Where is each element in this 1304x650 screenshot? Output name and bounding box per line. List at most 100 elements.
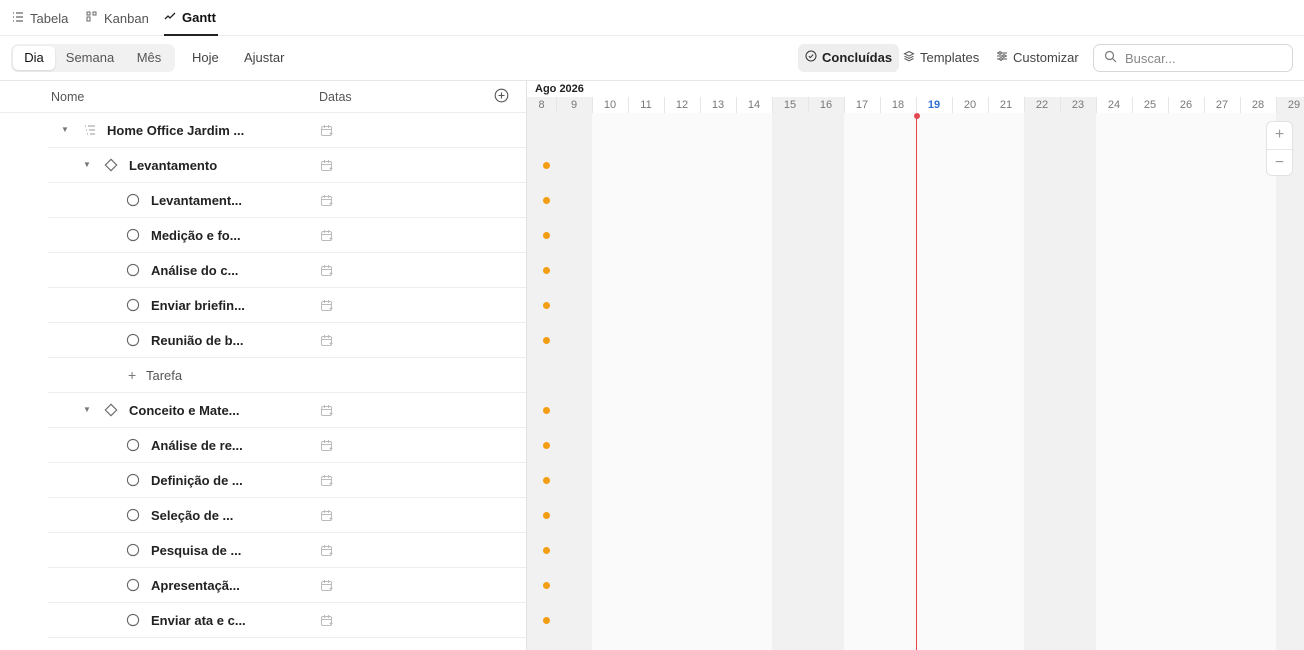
task-checkbox-icon[interactable] (126, 228, 140, 242)
task-row[interactable]: Seleção de ... (48, 498, 526, 533)
collapse-caret-icon[interactable]: ▼ (83, 405, 93, 415)
task-row[interactable]: Enviar ata e c... (48, 603, 526, 638)
task-row[interactable]: Levantament... (48, 183, 526, 218)
calendar-icon[interactable] (320, 264, 333, 277)
task-row[interactable]: Definição de ... (48, 463, 526, 498)
scale-mes-button[interactable]: Mês (125, 46, 173, 70)
task-row[interactable]: Análise de re... (48, 428, 526, 463)
project-row[interactable]: ▼ Home Office Jardim ... (48, 113, 526, 148)
task-checkbox-icon[interactable] (126, 543, 140, 557)
row-name[interactable]: Seleção de ... (151, 498, 233, 533)
plus-circle-icon (494, 88, 509, 106)
schedule-dot[interactable] (543, 407, 550, 414)
schedule-dot[interactable] (543, 582, 550, 589)
calendar-icon[interactable] (320, 299, 333, 312)
collapse-caret-icon[interactable]: ▼ (83, 160, 93, 170)
row-name[interactable]: Pesquisa de ... (151, 533, 241, 568)
schedule-dot[interactable] (543, 267, 550, 274)
calendar-icon[interactable] (320, 229, 333, 242)
task-row[interactable]: Enviar briefin... (48, 288, 526, 323)
schedule-dot[interactable] (543, 617, 550, 624)
column-name-header[interactable]: Nome (51, 81, 84, 113)
calendar-icon[interactable] (320, 159, 333, 172)
task-checkbox-icon[interactable] (126, 613, 140, 627)
tab-tabela[interactable]: Tabela (12, 0, 68, 36)
task-checkbox-icon[interactable] (126, 333, 140, 347)
task-checkbox-icon[interactable] (126, 193, 140, 207)
add-task-row[interactable]: + Tarefa (48, 358, 526, 393)
schedule-dot[interactable] (543, 162, 550, 169)
column-dates-header[interactable]: Datas (319, 81, 352, 113)
row-name[interactable]: Enviar briefin... (151, 288, 245, 323)
row-name[interactable]: Reunião de b... (151, 323, 243, 358)
task-row[interactable]: Apresentaçã... (48, 568, 526, 603)
schedule-dot[interactable] (543, 547, 550, 554)
search-input[interactable] (1125, 50, 1275, 66)
completed-toggle[interactable]: Concluídas (798, 44, 900, 72)
row-name[interactable]: Medição e fo... (151, 218, 241, 253)
day-separator (952, 97, 953, 113)
today-button[interactable]: Hoje (192, 44, 219, 72)
row-name[interactable]: Enviar ata e c... (151, 603, 246, 638)
row-name[interactable]: Análise de re... (151, 428, 243, 463)
time-scale-switch: Dia Semana Mês (11, 44, 175, 72)
schedule-dot[interactable] (543, 197, 550, 204)
task-row[interactable]: Reunião de b... (48, 323, 526, 358)
calendar-icon[interactable] (320, 579, 333, 592)
task-checkbox-icon[interactable] (126, 473, 140, 487)
fit-button[interactable]: Ajustar (244, 44, 284, 72)
calendar-icon[interactable] (320, 509, 333, 522)
task-checkbox-icon[interactable] (126, 263, 140, 277)
task-checkbox-icon[interactable] (126, 508, 140, 522)
day-label: 19 (927, 99, 941, 111)
row-name[interactable]: Análise do c... (151, 253, 238, 288)
customize-button[interactable]: Customizar (996, 44, 1079, 72)
schedule-dot[interactable] (543, 232, 550, 239)
schedule-dot[interactable] (543, 302, 550, 309)
collapse-caret-icon[interactable]: ▼ (61, 125, 71, 135)
calendar-icon[interactable] (320, 404, 333, 417)
scale-semana-button[interactable]: Semana (57, 46, 123, 70)
day-column (844, 113, 880, 650)
row-name[interactable]: Levantamento (129, 148, 217, 183)
calendar-icon[interactable] (320, 474, 333, 487)
calendar-icon[interactable] (320, 614, 333, 627)
zoom-out-button[interactable]: − (1267, 149, 1292, 176)
chart-line-icon (164, 10, 176, 25)
day-column (592, 113, 628, 650)
calendar-icon[interactable] (320, 124, 333, 137)
task-row[interactable]: Análise do c... (48, 253, 526, 288)
row-name[interactable]: Levantament... (151, 183, 242, 218)
row-name: Tarefa (146, 368, 183, 383)
task-checkbox-icon[interactable] (126, 578, 140, 592)
day-label: 8 (527, 97, 556, 113)
tab-gantt[interactable]: Gantt (164, 0, 218, 36)
row-name[interactable]: Conceito e Mate... (129, 393, 240, 428)
templates-button[interactable]: Templates (903, 44, 979, 72)
templates-label: Templates (920, 50, 980, 65)
phase-row[interactable]: ▼ Conceito e Mate... (48, 393, 526, 428)
row-name[interactable]: Definição de ... (151, 463, 243, 498)
day-column (988, 113, 1024, 650)
task-checkbox-icon[interactable] (126, 438, 140, 452)
tab-kanban[interactable]: Kanban (86, 0, 149, 36)
schedule-dot[interactable] (543, 442, 550, 449)
row-name[interactable]: Apresentaçã... (151, 568, 240, 603)
calendar-icon[interactable] (320, 334, 333, 347)
task-row[interactable]: Pesquisa de ... (48, 533, 526, 568)
row-name[interactable]: Home Office Jardim ... (107, 113, 244, 148)
phase-row[interactable]: ▼ Levantamento (48, 148, 526, 183)
scale-dia-button[interactable]: Dia (13, 46, 55, 70)
calendar-icon[interactable] (320, 544, 333, 557)
day-label: 23 (1060, 97, 1096, 113)
zoom-in-button[interactable]: + (1267, 122, 1292, 149)
schedule-dot[interactable] (543, 337, 550, 344)
schedule-dot[interactable] (543, 477, 550, 484)
schedule-dot[interactable] (543, 512, 550, 519)
task-row[interactable]: Medição e fo... (48, 218, 526, 253)
search-box (1093, 44, 1293, 72)
calendar-icon[interactable] (320, 194, 333, 207)
add-column-button[interactable] (494, 88, 509, 106)
task-checkbox-icon[interactable] (126, 298, 140, 312)
calendar-icon[interactable] (320, 439, 333, 452)
